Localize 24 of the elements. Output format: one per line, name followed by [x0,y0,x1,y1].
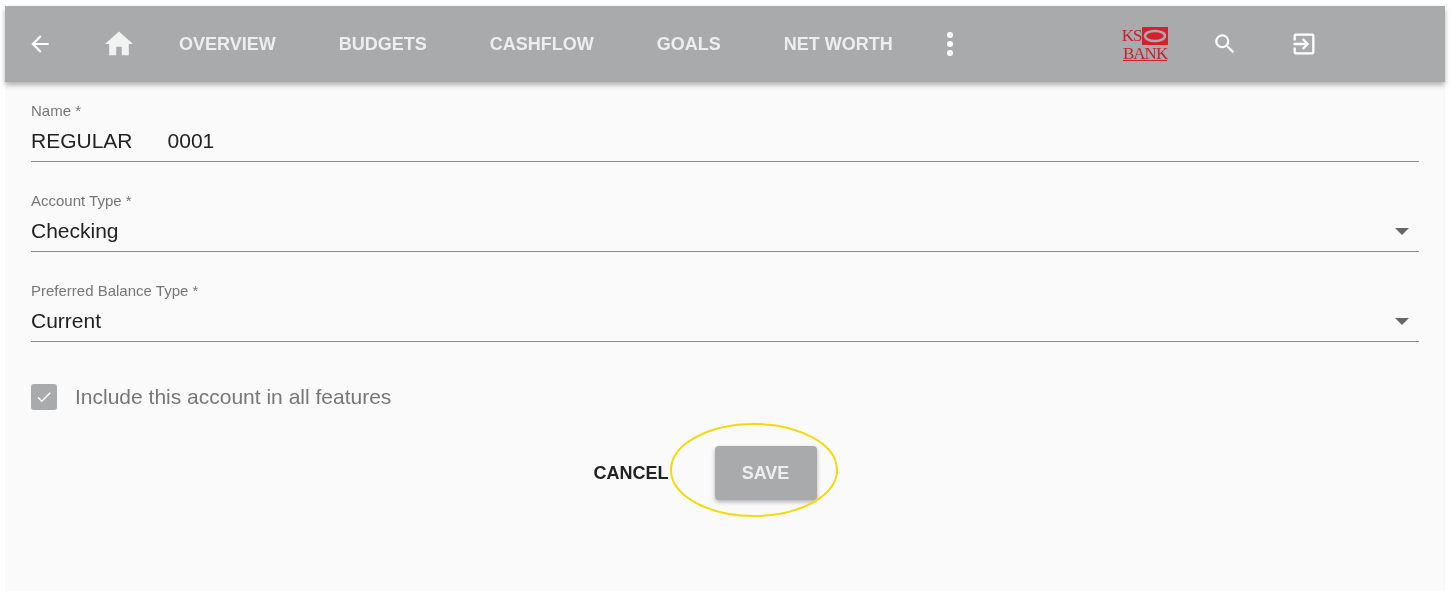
nav-tab[interactable]: GOALS [656,33,721,55]
home-icon[interactable] [105,31,133,57]
more-icon[interactable] [945,31,954,57]
field-value: REGULAR 0001 [31,129,215,153]
cancel-button[interactable]: CANCEL [593,446,669,500]
field-label: Name * [31,102,83,119]
checkbox-label: Include this account in all features [75,385,392,409]
field-label: Preferred Balance Type * [31,282,200,299]
select-field[interactable]: Account Type * Checking [31,192,1419,252]
field-value: Checking [31,219,119,243]
select-field[interactable]: Preferred Balance Type * Current [31,282,1419,342]
logo-text: BANK [1123,44,1168,62]
nav-tab[interactable]: BUDGETS [338,33,427,55]
dropdown-icon [1395,227,1409,235]
dropdown-icon [1395,317,1409,325]
nav-tab[interactable]: NET WORTH [783,33,893,55]
field-value: Current [31,309,102,333]
checkbox[interactable] [31,384,57,410]
logo-icon [1142,26,1169,45]
nav-tab[interactable]: OVERVIEW [179,33,276,55]
nav-tab[interactable]: CASHFLOW [489,33,594,55]
logo-text: KS [1121,27,1142,44]
input-field[interactable]: Name * REGULAR 0001 [31,102,1419,162]
field-label: Account Type * [31,192,133,209]
